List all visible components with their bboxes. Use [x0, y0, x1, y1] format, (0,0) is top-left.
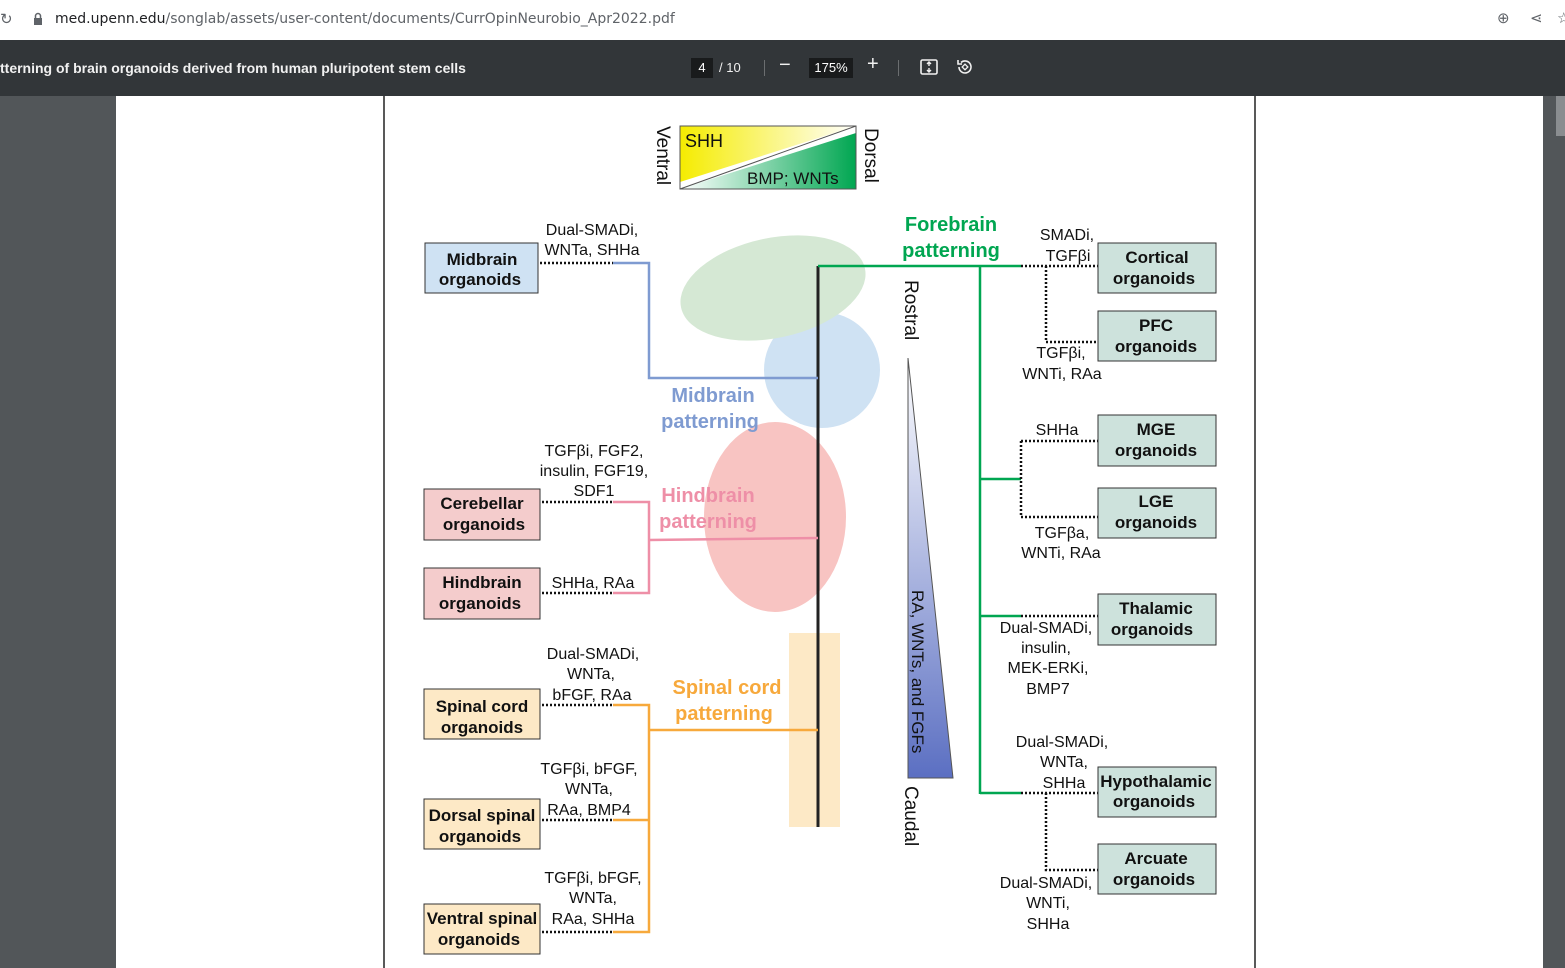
organoid-name: Cortical: [1125, 248, 1188, 267]
fit-page-icon[interactable]: [919, 57, 939, 77]
organoid-name: MGE: [1137, 420, 1176, 439]
share-icon[interactable]: ⋖: [1530, 9, 1543, 27]
organoid-name: PFC: [1139, 316, 1173, 335]
ventral-dorsal-gradient: SHH BMP; WNTs Ventral Dorsal: [652, 125, 881, 190]
spinal-patterning-label: patterning: [675, 703, 773, 725]
organoid-name: organoids: [438, 930, 520, 949]
organoid-name: Midbrain: [447, 250, 518, 269]
organoid-name: organoids: [439, 594, 521, 613]
factor-text: SHHa: [1027, 916, 1070, 933]
factor-text: Dual-SMADi,: [1016, 734, 1108, 751]
factor-text: SHHa, RAa: [552, 575, 635, 592]
factor-text: WNTi, RAa: [1021, 545, 1101, 562]
factor-text: WNTa,: [1040, 754, 1088, 771]
page-total: / 10: [719, 60, 741, 75]
organoid-name: Ventral spinal: [427, 909, 538, 928]
organoid-name: Thalamic: [1119, 599, 1193, 618]
factor-text: WNTa,: [565, 781, 613, 798]
page-number-input[interactable]: 4: [691, 58, 713, 78]
organoid-name: Cerebellar: [440, 494, 524, 513]
hindbrain-patterning-label: Hindbrain: [661, 485, 754, 507]
factor-text: WNTa, SHHa: [544, 242, 639, 259]
organoid-name: organoids: [439, 827, 521, 846]
bmp-wnt-label: BMP; WNTs: [747, 169, 839, 188]
factor-text: WNTa,: [569, 890, 617, 907]
midbrain-patterning-label: patterning: [661, 411, 759, 433]
organoid-name: Spinal cord: [436, 697, 529, 716]
toolbar-divider: [764, 60, 765, 76]
factor-text: BMP7: [1026, 681, 1070, 698]
factor-text: Dual-SMADi,: [546, 222, 638, 239]
organoid-name: Arcuate: [1124, 849, 1187, 868]
viewer-background: [0, 96, 116, 968]
organoid-name: organoids: [441, 718, 523, 737]
factor-text: WNTi, RAa: [1022, 366, 1102, 383]
factor-text: insulin, FGF19,: [540, 463, 648, 480]
factor-text: WNTa,: [567, 666, 615, 683]
factor-text: Dual-SMADi,: [547, 646, 639, 663]
factor-text: SHHa: [1043, 775, 1086, 792]
organoid-name: organoids: [439, 270, 521, 289]
organoid-name: organoids: [1113, 269, 1195, 288]
organoid-name: Dorsal spinal: [429, 806, 536, 825]
organoid-name: organoids: [1115, 513, 1197, 532]
dorsal-label: Dorsal: [860, 128, 881, 183]
factor-text: Dual-SMADi,: [1000, 875, 1092, 892]
document-title: tterning of brain organoids derived from…: [0, 60, 466, 76]
zoom-icon[interactable]: ⊕: [1497, 9, 1510, 27]
factor-text: SDF1: [574, 483, 615, 500]
zoom-out-button[interactable]: −: [779, 54, 791, 77]
rostral-caudal-axis: Rostral RA, WNTs, and FGFs Caudal: [900, 280, 954, 846]
factor-text: insulin,: [1021, 640, 1071, 657]
factor-text: RAa, SHHa: [552, 911, 635, 928]
viewer-background: [1543, 96, 1565, 968]
organoid-name: Hypothalamic: [1100, 772, 1211, 791]
toolbar-divider: [898, 60, 899, 76]
rostral-label: Rostral: [900, 280, 921, 340]
factor-text: RAa, BMP4: [547, 802, 631, 819]
factor-text: TGFβa,: [1035, 525, 1090, 542]
organoid-name: organoids: [1115, 337, 1197, 356]
factor-text: WNTi,: [1026, 895, 1070, 912]
factor-text: TGFβi, FGF2,: [545, 443, 644, 460]
factor-text: SMADi,: [1040, 227, 1094, 244]
organoid-name: organoids: [1111, 620, 1193, 639]
pdf-page: SHH BMP; WNTs Ventral Dorsal Forebrain p…: [116, 96, 1543, 968]
forebrain-patterning-label: Forebrain: [905, 214, 997, 236]
organoid-name: organoids: [1113, 792, 1195, 811]
forebrain-patterning-label: patterning: [902, 240, 1000, 262]
factor-text: TGFβi,: [1036, 345, 1085, 362]
ventral-label: Ventral: [652, 126, 673, 185]
rotate-icon[interactable]: [955, 57, 975, 77]
star-icon[interactable]: ☆: [1557, 9, 1565, 27]
left-dotted-connectors: [540, 261, 613, 934]
organoid-name: organoids: [1113, 870, 1195, 889]
reload-icon[interactable]: ↻: [0, 10, 13, 28]
shh-label: SHH: [685, 131, 723, 151]
hindbrain-patterning-label: patterning: [659, 511, 757, 533]
organoid-name: organoids: [443, 515, 525, 534]
pdf-toolbar: tterning of brain organoids derived from…: [0, 40, 1565, 96]
organoid-name: organoids: [1115, 441, 1197, 460]
factor-text: Dual-SMADi,: [1000, 620, 1092, 637]
zoom-in-button[interactable]: +: [867, 53, 879, 76]
factor-text: TGFβi, bFGF,: [544, 870, 641, 887]
gradient-label: RA, WNTs, and FGFs: [908, 590, 927, 753]
address-bar: ↻ med.upenn.edu/songlab/assets/user-cont…: [0, 0, 1565, 41]
factor-text: MEK-ERKi,: [1008, 660, 1089, 677]
factor-text: TGFβi, bFGF,: [540, 761, 637, 778]
factor-text: bFGF, RAa: [552, 687, 631, 704]
organoid-name: Hindbrain: [442, 573, 521, 592]
figure: SHH BMP; WNTs Ventral Dorsal Forebrain p…: [383, 96, 1256, 968]
lock-icon: [34, 12, 42, 25]
caudal-label: Caudal: [900, 786, 921, 846]
organoid-name: LGE: [1139, 492, 1174, 511]
spinal-patterning-label: Spinal cord: [673, 677, 782, 699]
scrollbar-thumb[interactable]: [1556, 96, 1565, 136]
midbrain-patterning-label: Midbrain: [671, 385, 754, 407]
url-text[interactable]: med.upenn.edu/songlab/assets/user-conten…: [55, 11, 675, 27]
factor-text: TGFβi: [1046, 248, 1091, 265]
zoom-level-input[interactable]: 175%: [809, 58, 853, 78]
factor-text: SHHa: [1036, 422, 1079, 439]
